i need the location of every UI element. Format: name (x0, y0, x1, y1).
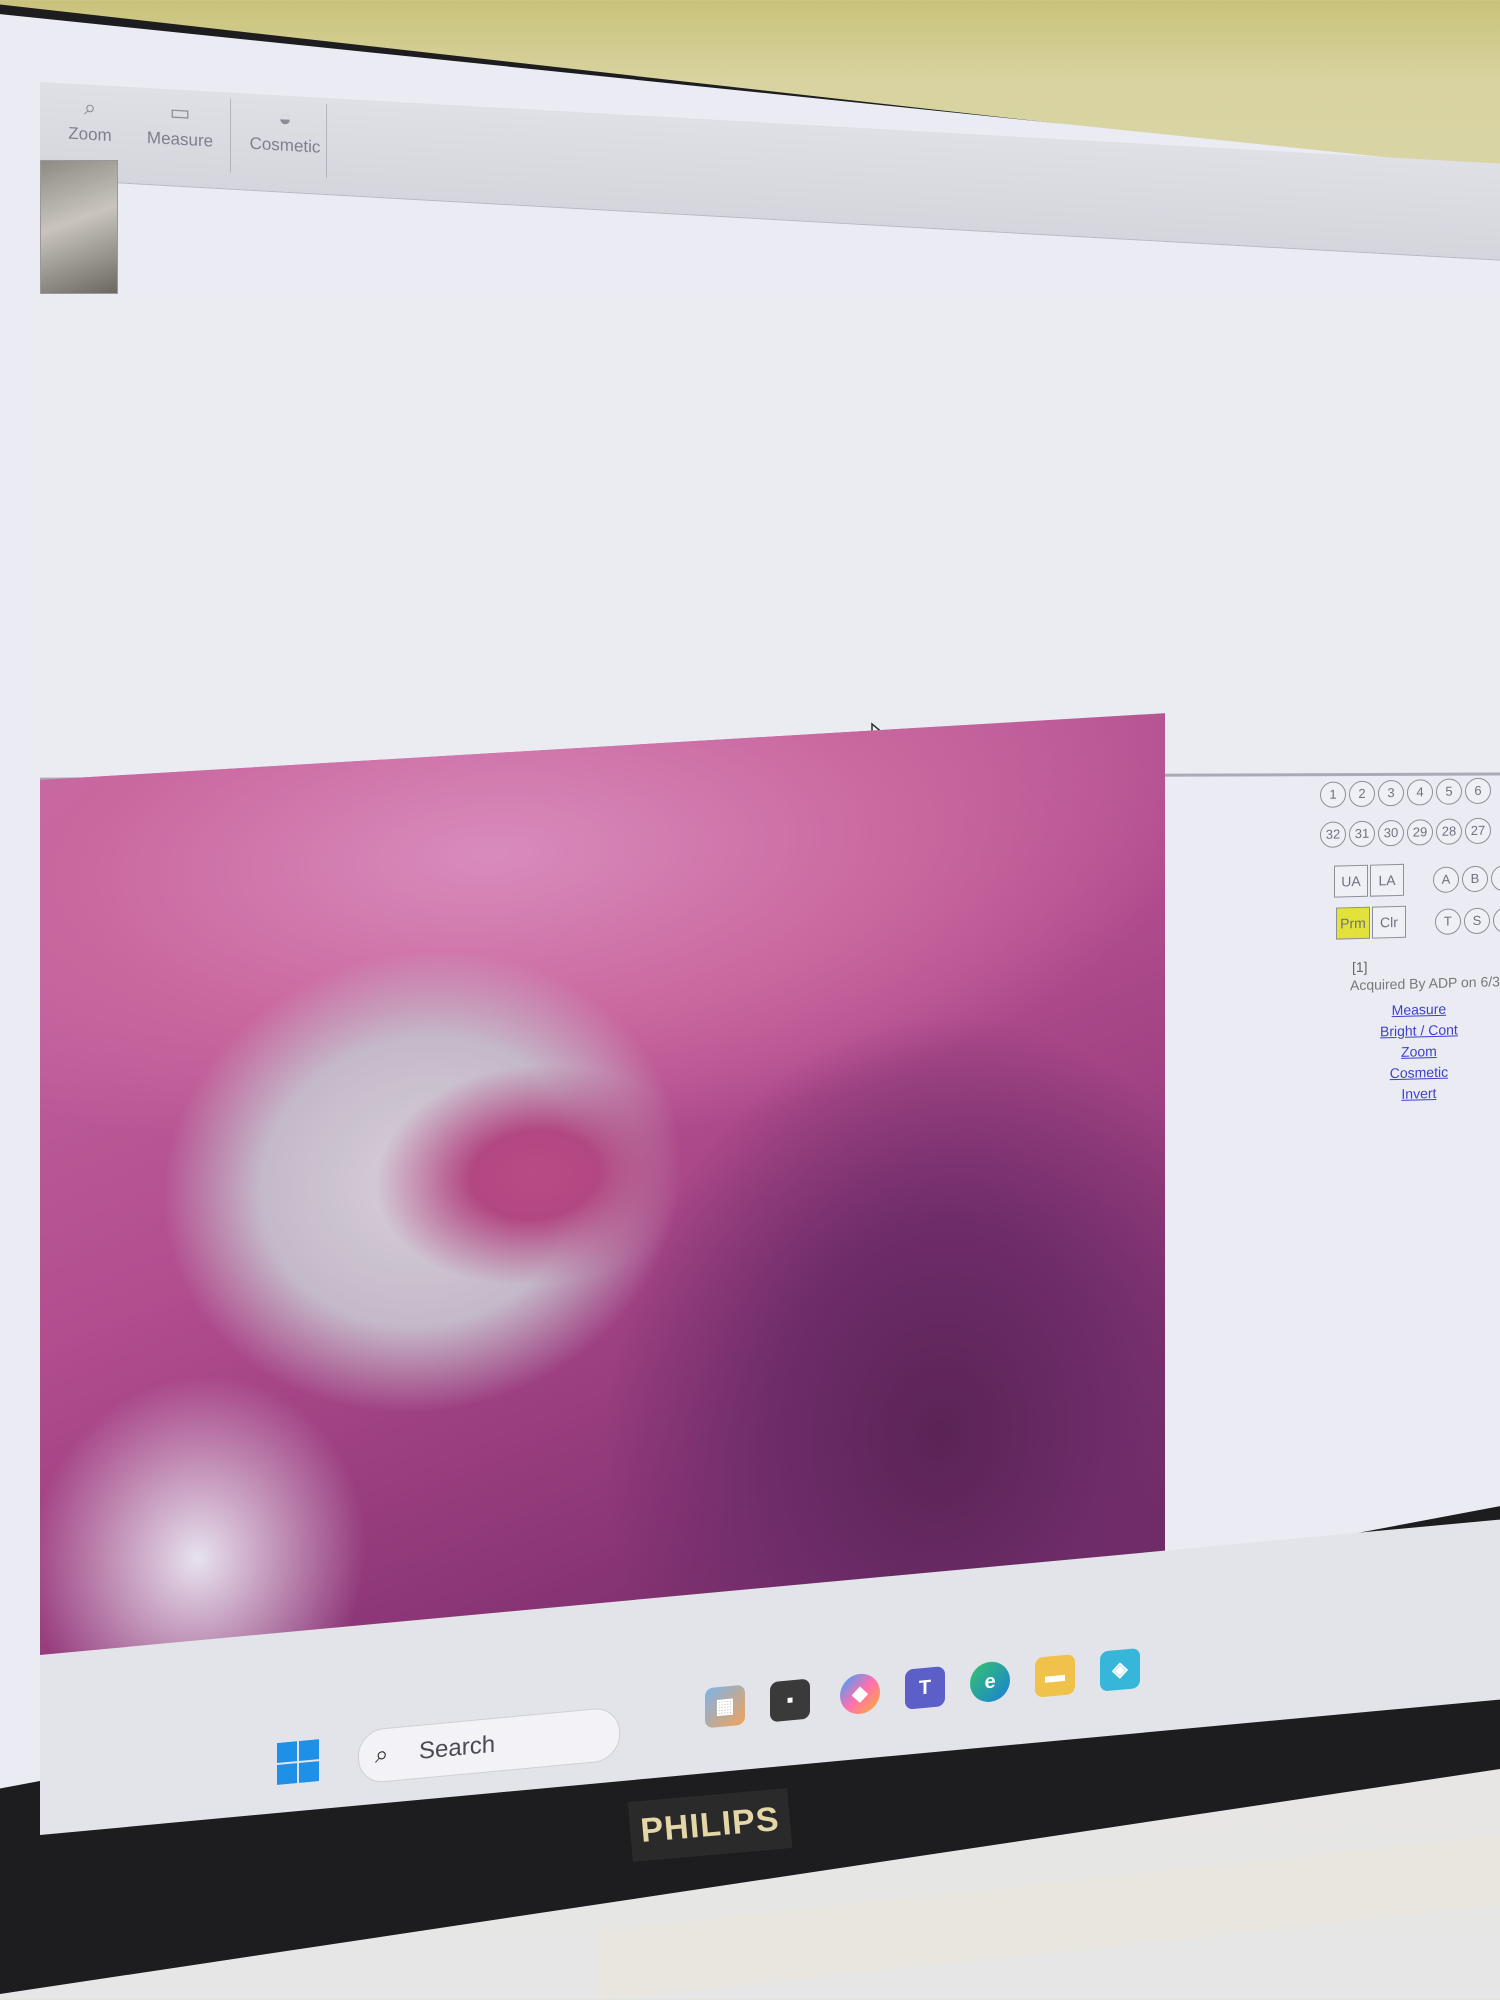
action-row: PrmClr TSR (1336, 903, 1500, 940)
arch-row: UALA ABC (1334, 861, 1500, 898)
tooth-button[interactable]: 2 (1349, 780, 1375, 808)
app-icon[interactable]: ◈ (1100, 1647, 1140, 1692)
lips-icon: ◒ (278, 105, 292, 132)
tooth-button[interactable]: 3 (1378, 779, 1404, 807)
widgets-icon[interactable]: ▦ (705, 1684, 745, 1729)
clear-button[interactable]: Clr (1372, 905, 1406, 939)
teams-icon[interactable]: T (905, 1666, 945, 1710)
primary-tooth-button[interactable]: R (1492, 906, 1500, 934)
acquired-info: Acquired By ADP on 6/3/2 (1350, 972, 1500, 994)
tooth-button[interactable]: 29 (1407, 819, 1433, 846)
lower-tooth-row: 32 31 30 29 28 27 (1320, 817, 1494, 848)
upper-tooth-row: 123456 (1320, 777, 1494, 808)
primary-tooth-button[interactable]: T (1434, 908, 1461, 935)
windows-start-icon[interactable] (277, 1739, 319, 1786)
search-placeholder: Search (419, 1730, 496, 1765)
measure-link[interactable]: Measure (1380, 998, 1458, 1021)
invert-link[interactable]: Invert (1380, 1082, 1458, 1105)
search-icon: ⌕ (375, 1740, 389, 1769)
primary-tooth-button[interactable]: A (1432, 866, 1459, 894)
tooth-button[interactable]: 30 (1378, 819, 1404, 847)
image-actions: Measure Bright / Cont Zoom Cosmetic Inve… (1380, 998, 1458, 1105)
measure-tool-label: Measure (146, 127, 214, 151)
edge-browser-icon[interactable]: e (970, 1660, 1010, 1704)
tooth-button[interactable]: 5 (1436, 778, 1462, 805)
taskbar-search-box[interactable]: ⌕ Search (358, 1706, 620, 1785)
tooth-button[interactable]: 32 (1320, 821, 1346, 848)
image-index: [1] (1352, 958, 1368, 976)
cosmetic-tool-label: Cosmetic (249, 133, 321, 157)
tooth-button[interactable]: 4 (1407, 779, 1433, 806)
tooth-button[interactable]: 27 (1465, 817, 1491, 845)
image-thumbnail[interactable] (40, 160, 118, 294)
task-view-icon[interactable]: ▪ (770, 1678, 810, 1723)
primary-tooth-button[interactable]: B (1461, 865, 1488, 893)
cosmetic-link[interactable]: Cosmetic (1380, 1061, 1458, 1084)
zoom-tool-button[interactable]: ⌕ Zoom (60, 89, 120, 170)
magnifier-icon: ⌕ (83, 94, 97, 121)
toolbar-divider (230, 98, 231, 173)
tooth-button[interactable]: 31 (1349, 820, 1375, 848)
zoom-tool-label: Zoom (68, 123, 112, 146)
toolbar-divider (326, 103, 327, 179)
tooth-selector-panel: 123456 323130292827 UALA ABC PrmClr TSR … (1320, 764, 1500, 1130)
zoom-link[interactable]: Zoom (1380, 1040, 1458, 1063)
tooth-button[interactable]: 28 (1436, 818, 1462, 845)
copilot-icon[interactable]: ◆ (840, 1672, 880, 1716)
empty-image-pane[interactable] (40, 300, 1500, 770)
tooth-button[interactable]: 1 (1320, 781, 1346, 808)
primary-toggle-button[interactable]: Prm (1336, 906, 1370, 940)
upper-arch-button[interactable]: UA (1334, 864, 1368, 898)
cosmetic-tool-button[interactable]: ◒ Cosmetic (240, 99, 330, 182)
primary-tooth-button[interactable]: S (1463, 907, 1490, 935)
primary-tooth-button[interactable]: C (1490, 864, 1500, 892)
bright-contrast-link[interactable]: Bright / Cont (1380, 1019, 1458, 1042)
lower-arch-button[interactable]: LA (1370, 863, 1404, 897)
file-explorer-icon[interactable]: ▬ (1035, 1653, 1075, 1698)
tooth-button[interactable]: 6 (1465, 777, 1491, 805)
measure-tool-button[interactable]: ▭ Measure (140, 94, 220, 176)
ruler-icon: ▭ (169, 99, 191, 126)
